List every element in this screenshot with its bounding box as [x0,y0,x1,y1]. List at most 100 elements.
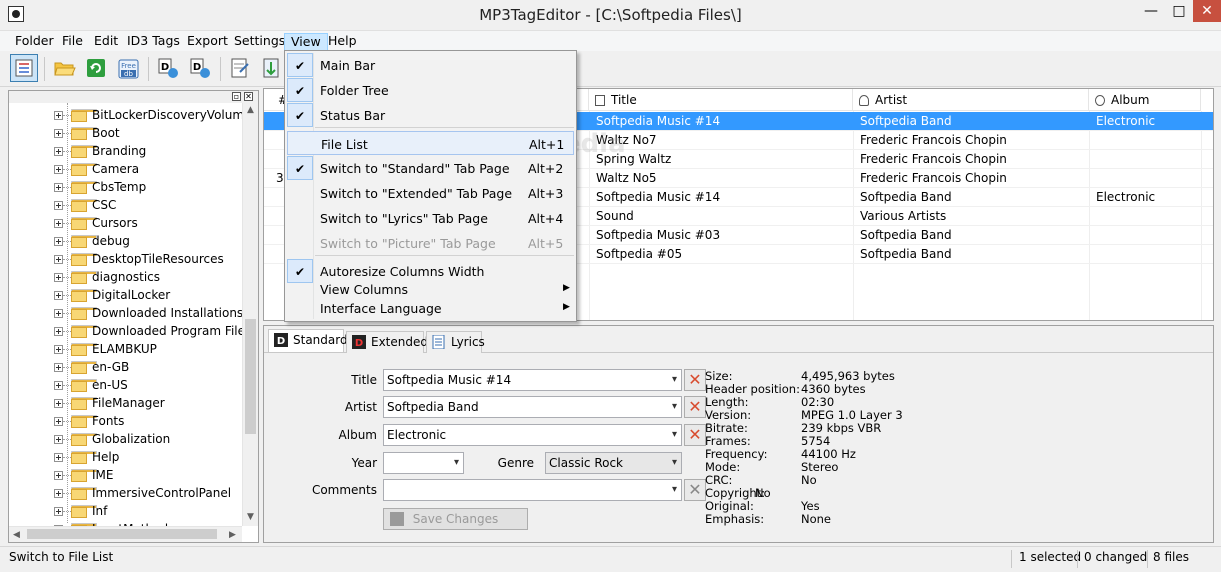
tree-item[interactable]: DigitalLocker [9,287,241,305]
expand-icon[interactable] [54,111,63,120]
tree-item[interactable]: CbsTemp [9,179,241,197]
menu-shortcut: Alt+4 [528,211,564,226]
menu-help[interactable]: Help [322,33,363,51]
view-menu-item[interactable]: File List Alt+1 [287,131,574,155]
artist-column-icon [859,95,869,106]
view-menu-item[interactable]: Interface Language ▶ [287,298,574,318]
expand-icon[interactable] [54,417,63,426]
tree-item[interactable]: Branding [9,143,241,161]
sort-icon[interactable] [258,54,286,82]
tree-connector [63,493,71,494]
tree-item[interactable]: en-GB [9,359,241,377]
folder-tree[interactable]: ▫ ✕ BitLockerDiscoveryVolumeC Boot Brandin… [8,90,259,543]
expand-icon[interactable] [54,471,63,480]
expand-icon[interactable] [54,219,63,228]
maximize-button[interactable]: □ [1165,0,1193,22]
tree-item[interactable]: diagnostics [9,269,241,287]
expand-icon[interactable] [54,435,63,444]
column-header-title[interactable]: Title [589,89,853,111]
menu-edit[interactable]: Edit [88,33,124,51]
info-key: Header position: [705,382,800,396]
tree-item[interactable]: Cursors [9,215,241,233]
expand-icon[interactable] [54,363,63,372]
view-menu-item[interactable]: ✔ Folder Tree [287,78,574,102]
tree-item[interactable]: ELAMBKUP [9,341,241,359]
freedb-icon[interactable]: Free db [114,54,142,82]
menu-settings[interactable]: Settings [228,33,291,51]
tree-item-label: en-GB [92,360,130,374]
scroll-up-arrow-icon[interactable]: ▲ [247,105,254,115]
expand-icon[interactable] [54,273,63,282]
view-menu-item[interactable]: ✔ Status Bar [287,103,574,127]
cell-artist: Various Artists [860,209,947,223]
menu-export[interactable]: Export [181,33,234,51]
tree-item[interactable]: ImmersiveControlPanel [9,485,241,503]
expand-icon[interactable] [54,129,63,138]
folder-icon [71,271,97,284]
expand-icon[interactable] [54,327,63,336]
expand-icon[interactable] [54,453,63,462]
tree-horizontal-scroll-thumb[interactable] [27,529,217,539]
expand-icon[interactable] [54,237,63,246]
expand-icon[interactable] [54,507,63,516]
expand-icon[interactable] [54,201,63,210]
export-icon[interactable] [226,54,254,82]
check-icon [287,181,313,205]
expand-icon[interactable] [54,147,63,156]
expand-icon[interactable] [54,291,63,300]
tree-item[interactable]: Help [9,449,241,467]
expand-icon[interactable] [54,399,63,408]
scroll-left-arrow-icon[interactable]: ◀ [13,530,20,540]
refresh-icon[interactable] [82,54,110,82]
tree-item[interactable]: Camera [9,161,241,179]
close-button[interactable]: ✕ [1193,0,1221,22]
tree-item-label: Downloaded Installations [92,306,242,320]
expand-icon[interactable] [54,345,63,354]
expand-icon[interactable] [54,489,63,498]
view-menu-item[interactable]: Switch to "Extended" Tab Page Alt+3 [287,181,574,205]
expand-icon[interactable] [54,309,63,318]
tree-item[interactable]: Downloaded Installations [9,305,242,323]
tree-item[interactable]: Boot [9,125,241,143]
tree-connector [63,277,71,278]
tree-item[interactable]: Inf [9,503,241,521]
column-header-artist[interactable]: Artist [853,89,1089,111]
tree-item[interactable]: DesktopTileResources [9,251,241,269]
view-menu-item[interactable]: ✔ Switch to "Standard" Tab Page Alt+2 [287,156,574,180]
tree-item[interactable]: IME [9,467,241,485]
menu-folder[interactable]: Folder [9,33,60,51]
status-changed-count: 0 changed [1084,550,1148,564]
view-menu-item[interactable]: View Columns ▶ [287,279,574,299]
view-menu-item[interactable]: Switch to "Lyrics" Tab Page Alt+4 [287,206,574,230]
tree-vertical-scroll-thumb[interactable] [245,319,256,434]
open-folder-icon[interactable] [50,54,78,82]
menu-id3-tags[interactable]: ID3 Tags [121,33,186,51]
file-list-view-icon[interactable] [10,54,38,82]
tag-copy-icon[interactable]: D [154,54,182,82]
scroll-down-arrow-icon[interactable]: ▼ [247,512,254,522]
tree-vertical-scrollbar[interactable]: ▲ ▼ [242,103,258,526]
tree-item[interactable]: Fonts [9,413,241,431]
column-header-album[interactable]: Album [1089,89,1201,111]
tree-float-button[interactable]: ▫ [232,92,241,101]
view-menu-item[interactable]: ✔ Main Bar [287,53,574,77]
expand-icon[interactable] [54,165,63,174]
tree-close-button[interactable]: ✕ [244,92,253,101]
minimize-button[interactable]: — [1137,0,1165,22]
tag-convert-icon[interactable]: D [186,54,214,82]
tree-item[interactable]: Globalization [9,431,241,449]
tree-item[interactable]: en-US [9,377,241,395]
info-value: 239 kbps VBR [801,421,882,435]
tree-item[interactable]: BitLockerDiscoveryVolumeC [9,107,242,125]
tree-item[interactable]: Downloaded Program Files [9,323,242,341]
scroll-right-arrow-icon[interactable]: ▶ [229,530,236,540]
expand-icon[interactable] [54,381,63,390]
menu-file[interactable]: File [56,33,89,51]
tree-item[interactable]: FileManager [9,395,241,413]
tree-item[interactable]: CSC [9,197,241,215]
tree-item-label: BitLockerDiscoveryVolumeC [92,108,242,122]
check-icon: ✔ [287,78,313,102]
expand-icon[interactable] [54,255,63,264]
tree-item[interactable]: debug [9,233,241,251]
expand-icon[interactable] [54,183,63,192]
